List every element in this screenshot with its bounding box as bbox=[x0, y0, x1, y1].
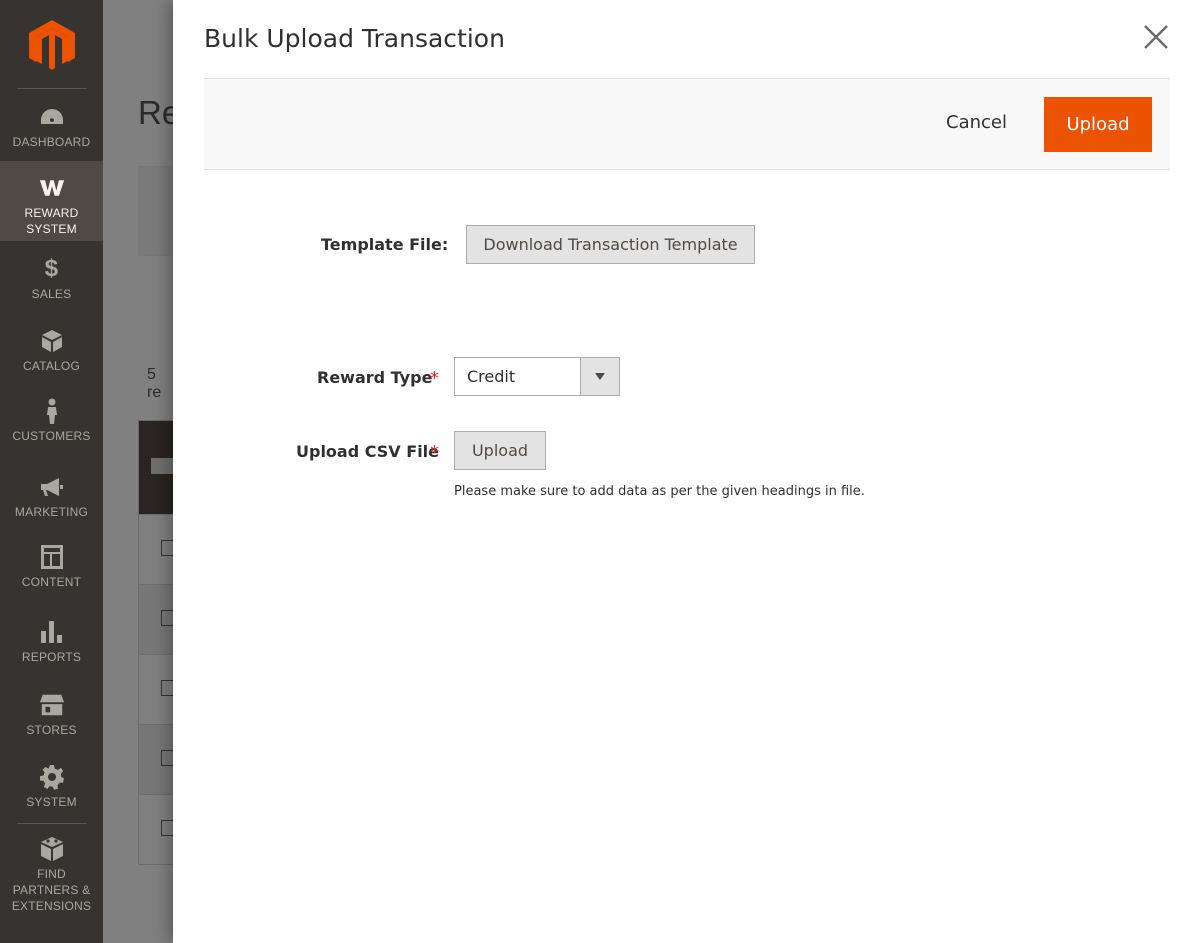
reward-icon bbox=[0, 175, 103, 201]
background-panel bbox=[138, 166, 173, 256]
row-checkbox bbox=[161, 750, 173, 766]
upload-csv-label: Upload CSV File bbox=[296, 442, 440, 461]
sidebar-item-label: SALES bbox=[31, 287, 72, 301]
sidebar-divider bbox=[17, 88, 87, 89]
bar-chart-icon bbox=[0, 619, 103, 645]
blocks-icon bbox=[0, 836, 103, 862]
modal-title: Bulk Upload Transaction bbox=[204, 24, 505, 53]
template-file-label: Template File: bbox=[321, 235, 449, 254]
dollar-icon: $ bbox=[44, 255, 59, 282]
chevron-down-icon bbox=[595, 373, 605, 380]
sidebar-item-label: REWARD SYSTEM bbox=[24, 206, 79, 236]
megaphone-icon bbox=[0, 474, 103, 500]
sidebar-item-label: REPORTS bbox=[21, 650, 82, 664]
page-title: Re bbox=[138, 94, 173, 131]
row-checkbox bbox=[161, 820, 173, 836]
sidebar-item-marketing[interactable]: MARKETING bbox=[0, 474, 103, 520]
sidebar-item-label: CONTENT bbox=[21, 575, 82, 589]
sidebar-item-label: SYSTEM bbox=[26, 795, 77, 809]
table-row bbox=[139, 584, 173, 654]
sidebar-item-dashboard[interactable]: DASHBOARD bbox=[0, 104, 103, 150]
sidebar-item-reports[interactable]: REPORTS bbox=[0, 619, 103, 665]
gear-icon bbox=[0, 764, 103, 790]
sidebar-item-label: STORES bbox=[26, 723, 77, 737]
table-row bbox=[139, 654, 173, 724]
sidebar-item-stores[interactable]: STORES bbox=[0, 692, 103, 738]
row-checkbox bbox=[161, 540, 173, 556]
sidebar-item-sales[interactable]: $ SALES bbox=[0, 256, 103, 302]
admin-sidebar: DASHBOARD REWARD SYSTEM $ SALES CATALOG … bbox=[0, 0, 103, 943]
upload-note: Please make sure to add data as per the … bbox=[454, 484, 865, 499]
background-page: Re 5 re bbox=[103, 0, 173, 943]
close-icon bbox=[1144, 25, 1168, 49]
sidebar-item-label: FIND PARTNERS & EXTENSIONS bbox=[11, 867, 92, 913]
grid-header bbox=[139, 421, 173, 514]
row-checkbox bbox=[161, 610, 173, 626]
download-template-button[interactable]: Download Transaction Template bbox=[466, 225, 755, 264]
upload-submit-button[interactable]: Upload bbox=[1044, 97, 1152, 152]
store-icon bbox=[0, 692, 103, 718]
dashboard-icon bbox=[0, 104, 103, 130]
dropdown-toggle[interactable] bbox=[580, 358, 619, 395]
reward-type-label: Reward Type bbox=[317, 368, 433, 387]
required-asterisk: * bbox=[430, 442, 439, 463]
sidebar-item-label: CUSTOMERS bbox=[12, 429, 91, 443]
reward-type-value: Credit bbox=[467, 367, 516, 386]
sidebar-item-customers[interactable]: CUSTOMERS bbox=[0, 398, 103, 444]
required-asterisk: * bbox=[430, 368, 439, 389]
sidebar-divider bbox=[17, 823, 87, 824]
box-icon bbox=[0, 328, 103, 354]
data-grid bbox=[138, 420, 173, 865]
csv-upload-button[interactable]: Upload bbox=[454, 431, 546, 470]
sidebar-item-label: CATALOG bbox=[23, 359, 80, 373]
sidebar-item-catalog[interactable]: CATALOG bbox=[0, 328, 103, 374]
bulk-upload-modal: Bulk Upload Transaction Cancel Upload Te… bbox=[173, 0, 1200, 943]
sidebar-item-content[interactable]: CONTENT bbox=[0, 544, 103, 590]
records-count: 5 re bbox=[147, 366, 162, 401]
select-all-checkbox bbox=[151, 458, 173, 474]
row-checkbox bbox=[161, 680, 173, 696]
sidebar-item-label: DASHBOARD bbox=[12, 135, 91, 149]
sidebar-item-label: MARKETING bbox=[14, 505, 89, 519]
person-icon bbox=[0, 398, 103, 424]
sidebar-item-system[interactable]: SYSTEM bbox=[0, 764, 103, 810]
cancel-button[interactable]: Cancel bbox=[946, 112, 1007, 133]
layout-icon bbox=[0, 544, 103, 570]
table-row bbox=[139, 514, 173, 584]
sidebar-item-find-partners[interactable]: FIND PARTNERS & EXTENSIONS bbox=[0, 836, 103, 914]
table-row bbox=[139, 724, 173, 794]
sidebar-item-reward-system[interactable]: REWARD SYSTEM bbox=[0, 161, 103, 241]
table-row bbox=[139, 794, 173, 864]
close-button[interactable] bbox=[1139, 20, 1173, 54]
modal-toolbar: Cancel Upload bbox=[204, 78, 1170, 170]
reward-type-select[interactable]: Credit bbox=[454, 357, 620, 396]
magento-logo[interactable] bbox=[29, 20, 75, 70]
